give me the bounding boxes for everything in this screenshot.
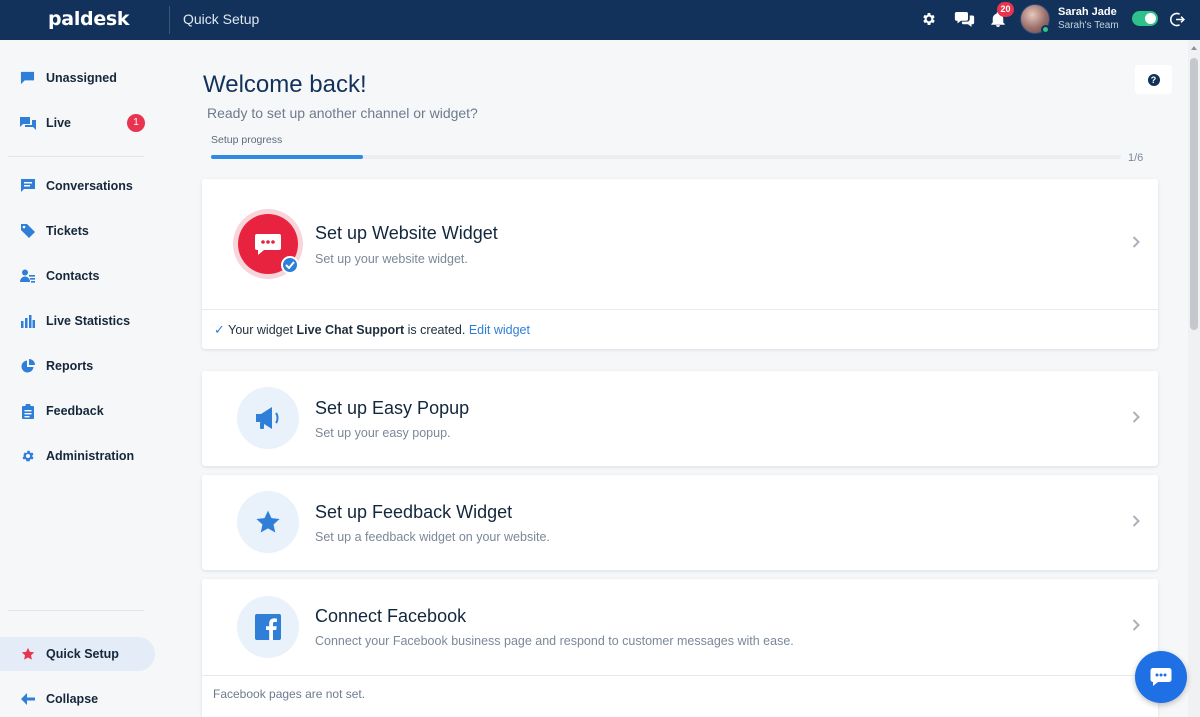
scrollbar[interactable] (1188, 40, 1200, 717)
user-name[interactable]: Sarah Jade (1058, 6, 1117, 18)
setup-progress-bar (211, 155, 1121, 159)
sidebar-item-quick-setup[interactable]: Quick Setup (0, 637, 155, 671)
sidebar-item-administration[interactable]: Administration (0, 439, 155, 473)
gear-icon (19, 448, 36, 465)
arrow-left-icon (19, 691, 36, 708)
gear-icon[interactable] (918, 8, 940, 30)
card-title: Set up Feedback Widget (315, 502, 513, 522)
sidebar-item-label: Quick Setup (46, 647, 119, 661)
edit-widget-link[interactable]: Edit widget (469, 323, 530, 337)
user-team: Sarah's Team (1058, 20, 1119, 31)
sidebar-divider (8, 156, 144, 157)
sidebar-item-label: Conversations (46, 179, 133, 193)
progress-count: 1/6 (1128, 152, 1144, 164)
sidebar-item-label: Administration (46, 449, 135, 463)
sidebar-item-feedback[interactable]: Feedback (0, 394, 155, 428)
widget-name: Live Chat Support (296, 323, 405, 337)
sidebar-item-collapse[interactable]: Collapse (0, 682, 155, 716)
check-badge-icon (281, 256, 299, 274)
availability-toggle[interactable] (1132, 11, 1158, 26)
sidebar-divider (8, 610, 144, 611)
welcome-subtitle: Ready to set up another channel or widge… (207, 105, 478, 121)
scroll-up-arrow-icon[interactable] (1191, 46, 1197, 50)
flag-chat-icon (19, 70, 36, 87)
welcome-heading: Welcome back! (203, 71, 367, 98)
chevron-right-icon (1130, 235, 1142, 249)
sidebar-item-label: Live Statistics (46, 314, 131, 328)
sidebar-item-reports[interactable]: Reports (0, 349, 155, 383)
card-description: Set up your easy popup. (315, 426, 451, 440)
facebook-icon (237, 596, 299, 658)
sidebar-item-unassigned[interactable]: Unassigned (0, 61, 155, 95)
footer-suffix: is created. (407, 323, 466, 337)
chevron-right-icon (1130, 618, 1142, 632)
card-description: Connect your Facebook business page and … (315, 634, 794, 648)
star-icon (19, 646, 36, 663)
logout-icon[interactable] (1166, 8, 1188, 30)
card-easy-popup[interactable]: Set up Easy Popup Set up your easy popup… (202, 371, 1158, 466)
sidebar-item-label: Collapse (46, 692, 99, 706)
tag-icon (19, 223, 36, 240)
clipboard-icon (19, 403, 36, 420)
contacts-icon (19, 268, 36, 285)
live-chat-button[interactable] (1135, 651, 1187, 703)
sidebar-item-label: Tickets (46, 224, 89, 238)
sidebar-item-contacts[interactable]: Contacts (0, 259, 155, 293)
footer-prefix: Your widget (228, 323, 294, 337)
card-website-widget[interactable]: Set up Website Widget Set up your websit… (202, 179, 1158, 349)
sidebar-item-label: Reports (46, 359, 94, 373)
help-icon: ? (1147, 73, 1160, 86)
live-count-badge: 1 (127, 114, 145, 132)
sidebar-item-label: Unassigned (46, 71, 117, 85)
megaphone-icon (237, 387, 299, 449)
widget-created-note: ✓ Your widget Live Chat Support is creat… (214, 322, 530, 338)
topbar-divider (169, 6, 170, 34)
bar-chart-icon (19, 313, 36, 330)
chat-bubbles-icon (19, 115, 36, 132)
notifications-badge: 20 (997, 2, 1014, 17)
sidebar-item-conversations[interactable]: Conversations (0, 169, 155, 203)
chat-bubbles-icon[interactable] (953, 8, 975, 30)
sidebar-item-label: Live (46, 116, 72, 130)
page-title: Quick Setup (183, 11, 260, 27)
sidebar: Unassigned Live 1 Conversations Tickets … (0, 40, 175, 717)
card-title: Connect Facebook (315, 606, 467, 626)
setup-progress-fill (211, 155, 363, 159)
card-title: Set up Easy Popup (315, 398, 470, 418)
sidebar-item-label: Contacts (46, 269, 100, 283)
sidebar-item-tickets[interactable]: Tickets (0, 214, 155, 248)
top-bar: paldesk Quick Setup 20 Sarah Jade Sarah'… (0, 0, 1200, 40)
scrollbar-thumb[interactable] (1190, 58, 1198, 330)
chat-bubble-icon (19, 178, 36, 195)
online-status-dot (1041, 25, 1050, 34)
card-feedback-widget[interactable]: Set up Feedback Widget Set up a feedback… (202, 475, 1158, 570)
sidebar-item-label: Feedback (46, 404, 104, 418)
card-description: Set up your website widget. (315, 252, 468, 266)
card-connect-facebook[interactable]: Connect Facebook Connect your Facebook b… (202, 579, 1158, 717)
card-title: Set up Website Widget (315, 223, 498, 243)
card-description: Set up a feedback widget on your website… (315, 530, 550, 544)
card-divider (202, 675, 1158, 676)
checkmark-icon: ✓ (214, 322, 225, 337)
progress-label: Setup progress (211, 134, 283, 146)
chevron-right-icon (1130, 514, 1142, 528)
chevron-right-icon (1130, 410, 1142, 424)
facebook-pages-note: Facebook pages are not set. (213, 687, 366, 701)
paldesk-logo[interactable]: paldesk (48, 8, 130, 30)
pie-chart-icon (19, 358, 36, 375)
sidebar-item-live[interactable]: Live 1 (0, 106, 155, 140)
sidebar-item-live-statistics[interactable]: Live Statistics (0, 304, 155, 338)
help-button[interactable]: ? (1135, 65, 1172, 94)
chat-bubble-icon (1150, 668, 1172, 686)
star-icon (237, 491, 299, 553)
card-divider (202, 309, 1158, 310)
